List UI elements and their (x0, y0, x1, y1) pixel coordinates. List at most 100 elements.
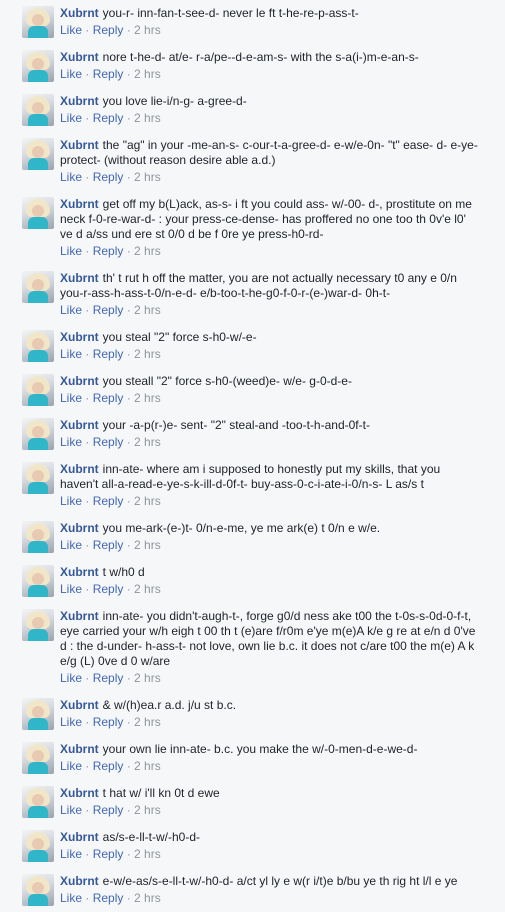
avatar[interactable] (22, 609, 54, 641)
comment-timestamp[interactable]: 2 hrs (134, 391, 161, 405)
comment-author[interactable]: Xubrnt (60, 330, 99, 344)
comment-timestamp[interactable]: 2 hrs (134, 494, 161, 508)
comment-timestamp[interactable]: 2 hrs (134, 582, 161, 596)
comment-author[interactable]: Xubrnt (60, 565, 99, 579)
comment-author[interactable]: Xubrnt (60, 830, 99, 844)
comment-timestamp[interactable]: 2 hrs (134, 715, 161, 729)
avatar[interactable] (22, 374, 54, 406)
comment-author[interactable]: Xubrnt (60, 271, 99, 285)
reply-link[interactable]: Reply (93, 170, 124, 184)
like-link[interactable]: Like (60, 671, 82, 685)
comment-body: Xubrnt you-r- inn-fan-t-see-d- never le f… (60, 6, 480, 38)
comment-author[interactable]: Xubrnt (60, 462, 99, 476)
separator: · (82, 244, 93, 258)
reply-link[interactable]: Reply (93, 347, 124, 361)
comment-text: you me-ark-(e-)t- 0/n-e-me, ye me ark(e)… (102, 521, 381, 535)
comment-author[interactable]: Xubrnt (60, 521, 99, 535)
comment-timestamp[interactable]: 2 hrs (134, 170, 161, 184)
like-link[interactable]: Like (60, 715, 82, 729)
avatar[interactable] (22, 830, 54, 862)
comment-author[interactable]: Xubrnt (60, 138, 99, 152)
like-link[interactable]: Like (60, 347, 82, 361)
avatar[interactable] (22, 698, 54, 730)
comment-timestamp[interactable]: 2 hrs (134, 347, 161, 361)
comment-timestamp[interactable]: 2 hrs (134, 303, 161, 317)
like-link[interactable]: Like (60, 23, 82, 37)
avatar[interactable] (22, 786, 54, 818)
comment-timestamp[interactable]: 2 hrs (134, 435, 161, 449)
like-link[interactable]: Like (60, 759, 82, 773)
reply-link[interactable]: Reply (93, 435, 124, 449)
comment-author[interactable]: Xubrnt (60, 50, 99, 64)
avatar[interactable] (22, 418, 54, 450)
reply-link[interactable]: Reply (93, 538, 124, 552)
reply-link[interactable]: Reply (93, 244, 124, 258)
avatar[interactable] (22, 271, 54, 303)
separator: · (123, 435, 135, 449)
like-link[interactable]: Like (60, 391, 82, 405)
like-link[interactable]: Like (60, 494, 82, 508)
like-link[interactable]: Like (60, 435, 82, 449)
comment-author[interactable]: Xubrnt (60, 6, 99, 20)
like-link[interactable]: Like (60, 803, 82, 817)
avatar[interactable] (22, 6, 54, 38)
comment-author[interactable]: Xubrnt (60, 374, 99, 388)
reply-link[interactable]: Reply (93, 67, 124, 81)
like-link[interactable]: Like (60, 582, 82, 596)
comment-body: Xubrnt as/s-e-ll-t-w/-h0-d- Like · Reply … (60, 830, 480, 862)
avatar[interactable] (22, 565, 54, 597)
avatar[interactable] (22, 138, 54, 170)
comment-author[interactable]: Xubrnt (60, 418, 99, 432)
comment-timestamp[interactable]: 2 hrs (134, 891, 161, 905)
reply-link[interactable]: Reply (93, 847, 124, 861)
reply-link[interactable]: Reply (93, 303, 124, 317)
comment-timestamp[interactable]: 2 hrs (134, 111, 161, 125)
comment-timestamp[interactable]: 2 hrs (134, 538, 161, 552)
comment-author[interactable]: Xubrnt (60, 94, 99, 108)
separator: · (123, 347, 135, 361)
avatar[interactable] (22, 330, 54, 362)
separator: · (82, 347, 93, 361)
avatar[interactable] (22, 521, 54, 553)
separator: · (123, 67, 135, 81)
avatar[interactable] (22, 462, 54, 494)
reply-link[interactable]: Reply (93, 494, 124, 508)
comment-timestamp[interactable]: 2 hrs (134, 847, 161, 861)
separator: · (123, 803, 135, 817)
comment: Xubrnt nore t-he-d- at/e- r-a/pe--d-e-am-… (0, 44, 505, 88)
comment-author[interactable]: Xubrnt (60, 786, 99, 800)
comment-author[interactable]: Xubrnt (60, 609, 99, 623)
avatar[interactable] (22, 197, 54, 229)
comment-timestamp[interactable]: 2 hrs (134, 671, 161, 685)
reply-link[interactable]: Reply (93, 759, 124, 773)
reply-link[interactable]: Reply (93, 111, 124, 125)
reply-link[interactable]: Reply (93, 671, 124, 685)
reply-link[interactable]: Reply (93, 891, 124, 905)
reply-link[interactable]: Reply (93, 582, 124, 596)
like-link[interactable]: Like (60, 244, 82, 258)
comment-author[interactable]: Xubrnt (60, 874, 99, 888)
reply-link[interactable]: Reply (93, 715, 124, 729)
like-link[interactable]: Like (60, 170, 82, 184)
reply-link[interactable]: Reply (93, 391, 124, 405)
avatar[interactable] (22, 742, 54, 774)
reply-link[interactable]: Reply (93, 803, 124, 817)
like-link[interactable]: Like (60, 67, 82, 81)
avatar[interactable] (22, 50, 54, 82)
like-link[interactable]: Like (60, 847, 82, 861)
comment-timestamp[interactable]: 2 hrs (134, 67, 161, 81)
reply-link[interactable]: Reply (93, 23, 124, 37)
comment-author[interactable]: Xubrnt (60, 698, 99, 712)
like-link[interactable]: Like (60, 303, 82, 317)
comment-timestamp[interactable]: 2 hrs (134, 759, 161, 773)
like-link[interactable]: Like (60, 891, 82, 905)
comment-timestamp[interactable]: 2 hrs (134, 23, 161, 37)
comment-timestamp[interactable]: 2 hrs (134, 244, 161, 258)
like-link[interactable]: Like (60, 111, 82, 125)
avatar[interactable] (22, 874, 54, 906)
comment-author[interactable]: Xubrnt (60, 197, 99, 211)
comment-author[interactable]: Xubrnt (60, 742, 99, 756)
comment-timestamp[interactable]: 2 hrs (134, 803, 161, 817)
like-link[interactable]: Like (60, 538, 82, 552)
avatar[interactable] (22, 94, 54, 126)
